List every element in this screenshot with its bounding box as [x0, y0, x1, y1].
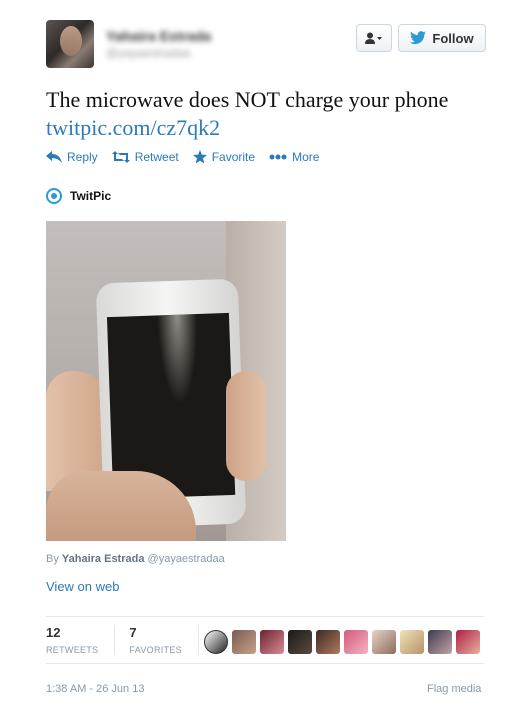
reply-icon	[46, 151, 62, 163]
tweet-link[interactable]: twitpic.com/cz7qk2	[46, 114, 496, 142]
card-byline: By Yahaira Estrada @yayaestradaa	[46, 553, 225, 565]
view-on-web-link[interactable]: View on web	[46, 579, 119, 594]
tweet-photo[interactable]	[46, 221, 286, 541]
tweet-timestamp[interactable]: 1:38 AM - 26 Jun 13	[46, 683, 144, 695]
favorites-count: 7	[129, 625, 137, 640]
follow-button[interactable]: Follow	[398, 24, 486, 52]
more-label: More	[292, 150, 320, 164]
tweet-body: The microwave does NOT charge your phone…	[46, 86, 496, 142]
user-actions-button[interactable]	[356, 24, 392, 52]
favorite-label: Favorite	[211, 150, 256, 164]
favoriter-avatar[interactable]	[428, 630, 452, 654]
tweet-stats: 12 RETWEETS 7 FAVORITES	[46, 625, 213, 655]
retweet-label: Retweet	[134, 150, 179, 164]
byline-handle[interactable]: @yayaestradaa	[148, 553, 225, 565]
user-icon	[365, 32, 382, 44]
tweet-actions: Reply Retweet Favorite More	[46, 150, 319, 164]
favoriter-avatar[interactable]	[232, 630, 256, 654]
favoriter-avatar[interactable]	[344, 630, 368, 654]
photo-fingers	[226, 371, 266, 481]
avatar-face	[60, 26, 82, 56]
retweet-action[interactable]: Retweet	[111, 150, 179, 164]
favorites-stat[interactable]: 7 FAVORITES	[129, 625, 199, 655]
user-avatar[interactable]	[46, 20, 94, 68]
favoriter-avatar[interactable]	[316, 630, 340, 654]
favoriter-avatar[interactable]	[204, 630, 228, 654]
more-action[interactable]: More	[269, 150, 319, 164]
reply-action[interactable]: Reply	[46, 150, 98, 164]
user-display-name[interactable]: Yahaira Estrada	[106, 28, 211, 44]
favoriter-avatar[interactable]	[456, 630, 480, 654]
retweets-stat[interactable]: 12 RETWEETS	[46, 625, 116, 655]
retweet-icon	[111, 151, 130, 163]
tweet-header: Yahaira Estrada @yayaestradaa Follow	[46, 20, 486, 72]
favoriter-avatar[interactable]	[260, 630, 284, 654]
favoriter-avatar[interactable]	[400, 630, 424, 654]
favoriter-avatar[interactable]	[288, 630, 312, 654]
byline-prefix: By	[46, 553, 59, 565]
more-dots-icon	[269, 154, 287, 160]
card-source-name: TwitPic	[70, 189, 112, 203]
card-source: TwitPic	[46, 188, 111, 204]
byline-name[interactable]: Yahaira Estrada	[62, 553, 145, 565]
favorites-label: FAVORITES	[129, 645, 182, 655]
favoriter-avatar[interactable]	[372, 630, 396, 654]
divider-bottom	[46, 663, 484, 664]
favoriters-list	[204, 630, 480, 654]
user-handle[interactable]: @yayaestradaa	[106, 46, 190, 60]
favorite-action[interactable]: Favorite	[192, 150, 256, 164]
tweet-text: The microwave does NOT charge your phone	[46, 87, 449, 112]
retweets-count: 12	[46, 625, 61, 640]
bird-icon	[410, 31, 427, 45]
flag-media-link[interactable]: Flag media	[427, 683, 481, 695]
twitpic-icon	[46, 188, 62, 204]
follow-label: Follow	[432, 30, 474, 46]
star-icon	[192, 150, 207, 164]
reply-label: Reply	[67, 150, 98, 164]
retweets-label: RETWEETS	[46, 645, 99, 655]
divider-top	[46, 616, 484, 617]
